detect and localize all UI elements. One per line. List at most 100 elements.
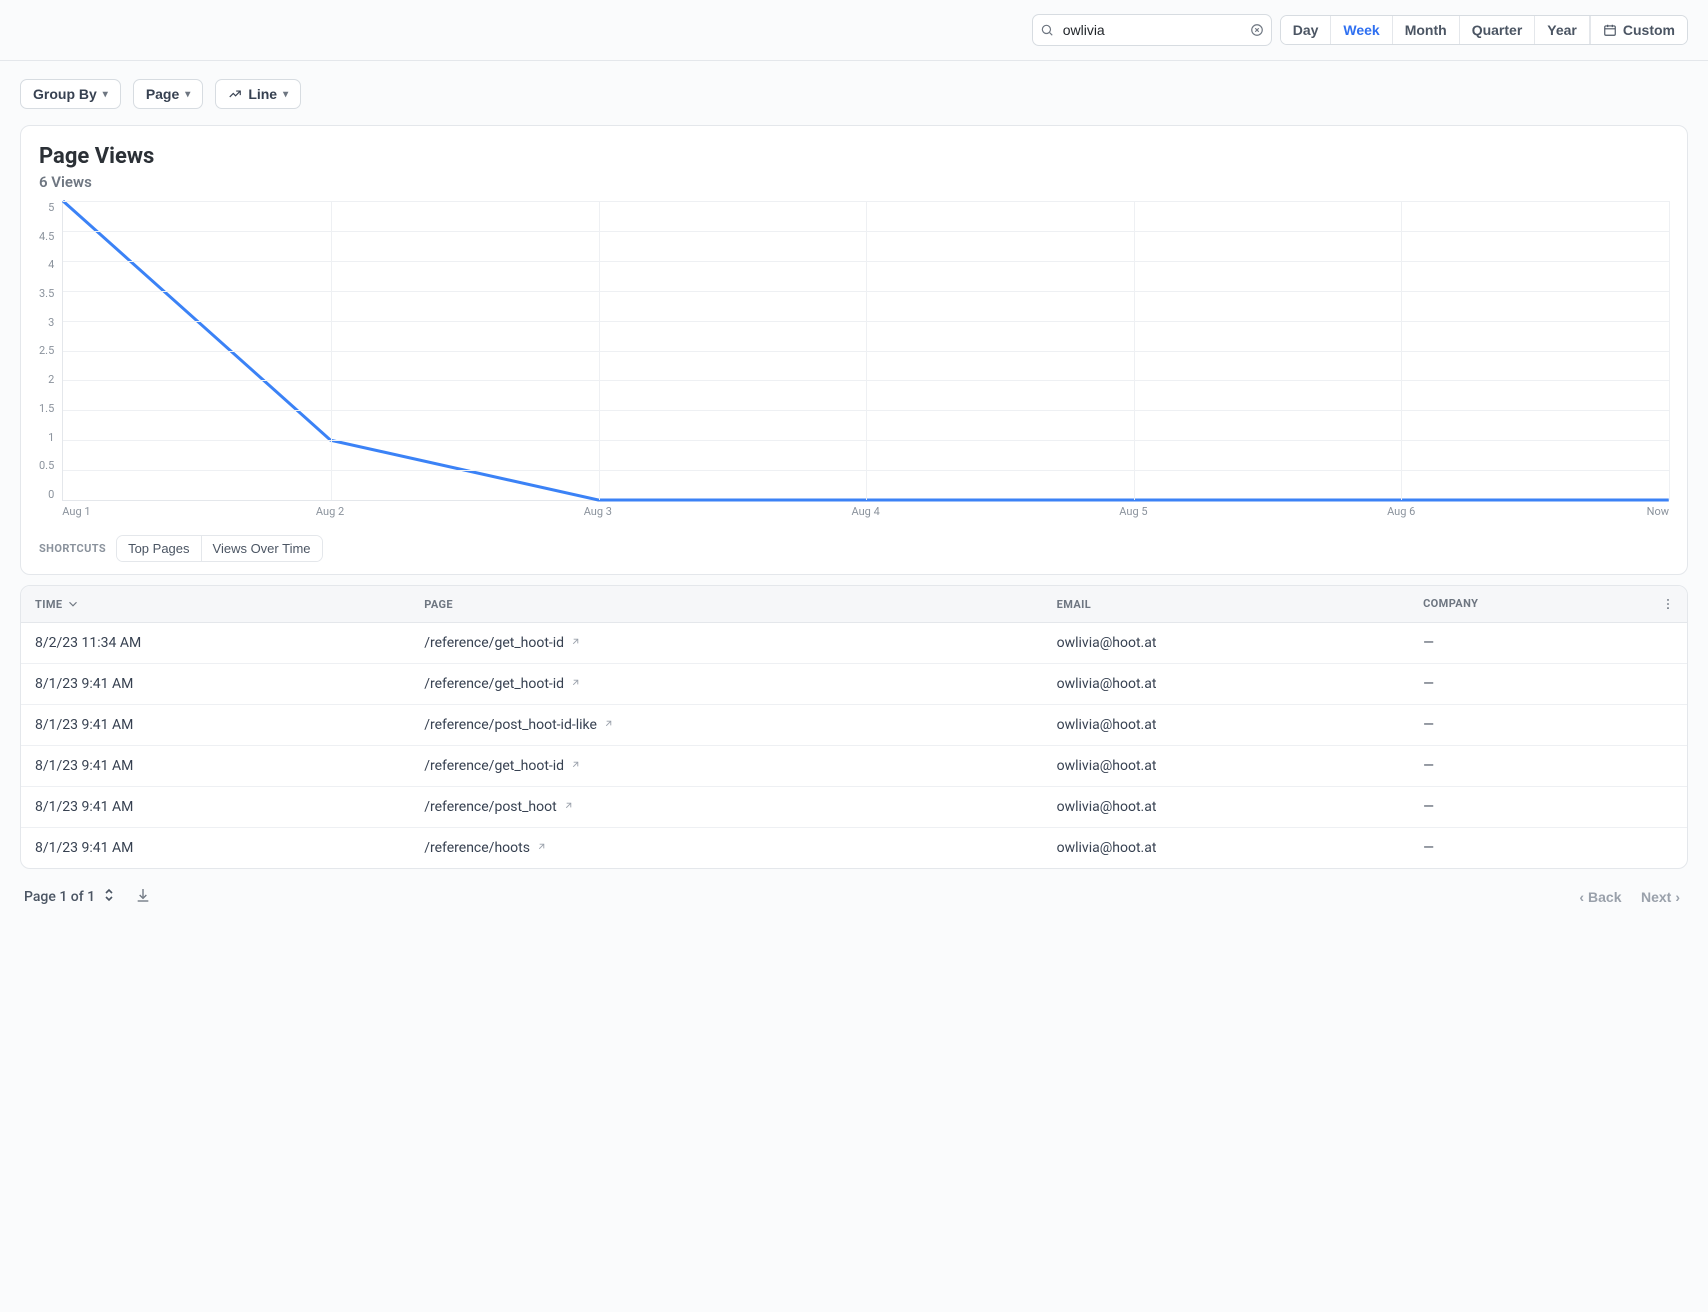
chart-area: 54.543.532.521.510.50 Aug 1Aug 2Aug 3Aug…: [39, 201, 1669, 521]
cell-time: 8/1/23 9:41 AM: [21, 705, 412, 746]
page-filter-button[interactable]: Page ▾: [133, 79, 204, 109]
page-indicator-label: Page 1 of 1: [24, 889, 95, 905]
col-company[interactable]: COMPANY: [1411, 586, 1687, 623]
group-by-button[interactable]: Group By ▾: [20, 79, 121, 109]
cell-page[interactable]: /reference/get_hoot-id: [412, 623, 1044, 664]
cell-page[interactable]: /reference/hoots: [412, 828, 1044, 869]
pagination-footer: Page 1 of 1 ‹ Back Next ›: [0, 869, 1708, 933]
range-year[interactable]: Year: [1535, 16, 1590, 44]
shortcut-views-over-time[interactable]: Views Over Time: [202, 536, 322, 561]
table-row[interactable]: 8/1/23 9:41 AM/reference/hootsowlivia@ho…: [21, 828, 1687, 869]
search-container: [1032, 14, 1272, 46]
y-tick: 2.5: [39, 344, 54, 357]
y-tick: 1: [48, 431, 54, 444]
stepper-icon[interactable]: [103, 887, 115, 907]
col-email[interactable]: EMAIL: [1045, 586, 1411, 623]
next-label: Next: [1641, 889, 1671, 905]
clear-search-icon[interactable]: [1250, 23, 1264, 37]
y-axis: 54.543.532.521.510.50: [39, 201, 62, 501]
shortcuts-label: SHORTCUTS: [39, 542, 106, 555]
col-page[interactable]: PAGE: [412, 586, 1044, 623]
range-custom[interactable]: Custom: [1590, 16, 1687, 44]
cell-time: 8/2/23 11:34 AM: [21, 623, 412, 664]
search-input[interactable]: [1032, 14, 1272, 46]
cell-company: —: [1411, 705, 1687, 746]
table-row[interactable]: 8/1/23 9:41 AM/reference/post_hootowlivi…: [21, 787, 1687, 828]
cell-page[interactable]: /reference/post_hoot: [412, 787, 1044, 828]
range-week[interactable]: Week: [1331, 16, 1392, 44]
cell-page[interactable]: /reference/get_hoot-id: [412, 746, 1044, 787]
cell-page[interactable]: /reference/post_hoot-id-like: [412, 705, 1044, 746]
table-row[interactable]: 8/2/23 11:34 AM/reference/get_hoot-idowl…: [21, 623, 1687, 664]
page-views-card: Page Views 6 Views 54.543.532.521.510.50…: [20, 125, 1688, 575]
page-indicator: Page 1 of 1: [24, 887, 115, 907]
cell-time: 8/1/23 9:41 AM: [21, 828, 412, 869]
range-day[interactable]: Day: [1281, 16, 1332, 44]
cell-company: —: [1411, 664, 1687, 705]
cell-email: owlivia@hoot.at: [1045, 705, 1411, 746]
next-button[interactable]: Next ›: [1633, 885, 1688, 909]
page-path: /reference/get_hoot-id: [424, 758, 564, 774]
table-menu-icon[interactable]: [1661, 597, 1675, 611]
chevron-left-icon: ‹: [1579, 889, 1584, 905]
table-row[interactable]: 8/1/23 9:41 AM/reference/post_hoot-id-li…: [21, 705, 1687, 746]
col-time[interactable]: TIME: [21, 586, 412, 623]
external-link-icon[interactable]: [536, 841, 547, 855]
cell-company: —: [1411, 828, 1687, 869]
y-tick: 0.5: [39, 459, 54, 472]
cell-company: —: [1411, 623, 1687, 664]
back-button[interactable]: ‹ Back: [1571, 885, 1629, 909]
cell-company: —: [1411, 746, 1687, 787]
y-tick: 3: [48, 316, 54, 329]
page-path: /reference/get_hoot-id: [424, 635, 564, 651]
page-filter-label: Page: [146, 86, 179, 102]
group-by-label: Group By: [33, 86, 97, 102]
chart-plot[interactable]: [62, 201, 1669, 501]
chart-type-button[interactable]: Line ▾: [215, 79, 301, 109]
page-path: /reference/hoots: [424, 840, 530, 856]
external-link-icon[interactable]: [570, 759, 581, 773]
table-row[interactable]: 8/1/23 9:41 AM/reference/get_hoot-idowli…: [21, 746, 1687, 787]
back-label: Back: [1588, 889, 1621, 905]
y-tick: 0: [48, 488, 54, 501]
y-tick: 2: [48, 373, 54, 386]
search-icon: [1040, 23, 1054, 37]
card-title: Page Views: [39, 144, 1669, 169]
sort-desc-icon: [66, 597, 80, 611]
cell-email: owlivia@hoot.at: [1045, 746, 1411, 787]
col-time-label: TIME: [35, 598, 62, 611]
cell-email: owlivia@hoot.at: [1045, 787, 1411, 828]
external-link-icon[interactable]: [570, 636, 581, 650]
x-axis: Aug 1Aug 2Aug 3Aug 4Aug 5Aug 6Now: [62, 505, 1669, 523]
shortcut-top-pages[interactable]: Top Pages: [117, 536, 201, 561]
top-bar: Day Week Month Quarter Year Custom: [0, 0, 1708, 61]
page-path: /reference/post_hoot: [424, 799, 556, 815]
external-link-icon[interactable]: [570, 677, 581, 691]
plot-wrap: Aug 1Aug 2Aug 3Aug 4Aug 5Aug 6Now: [62, 201, 1669, 521]
date-range-tabs: Day Week Month Quarter Year Custom: [1280, 15, 1688, 45]
x-tick: Aug 4: [851, 505, 879, 518]
views-table: TIME PAGE EMAIL COMPANY 8/2/23 11:34 AM/…: [20, 585, 1688, 869]
shortcuts-bar: SHORTCUTS Top Pages Views Over Time: [39, 535, 1669, 562]
y-tick: 4: [48, 258, 54, 271]
range-month[interactable]: Month: [1393, 16, 1460, 44]
x-tick: Aug 2: [316, 505, 344, 518]
chevron-right-icon: ›: [1675, 889, 1680, 905]
range-quarter[interactable]: Quarter: [1460, 16, 1536, 44]
y-tick: 1.5: [39, 402, 54, 415]
cell-page[interactable]: /reference/get_hoot-id: [412, 664, 1044, 705]
cell-email: owlivia@hoot.at: [1045, 664, 1411, 705]
chart-type-label: Line: [248, 86, 277, 102]
download-icon[interactable]: [135, 887, 151, 907]
col-company-label: COMPANY: [1423, 597, 1478, 610]
y-tick: 3.5: [39, 287, 54, 300]
trend-icon: [228, 87, 242, 101]
table-row[interactable]: 8/1/23 9:41 AM/reference/get_hoot-idowli…: [21, 664, 1687, 705]
x-tick: Aug 1: [62, 505, 90, 518]
x-tick: Aug 3: [584, 505, 612, 518]
chevron-down-icon: ▾: [103, 89, 108, 100]
y-tick: 5: [48, 201, 54, 214]
x-tick: Aug 5: [1119, 505, 1147, 518]
external-link-icon[interactable]: [563, 800, 574, 814]
external-link-icon[interactable]: [603, 718, 614, 732]
